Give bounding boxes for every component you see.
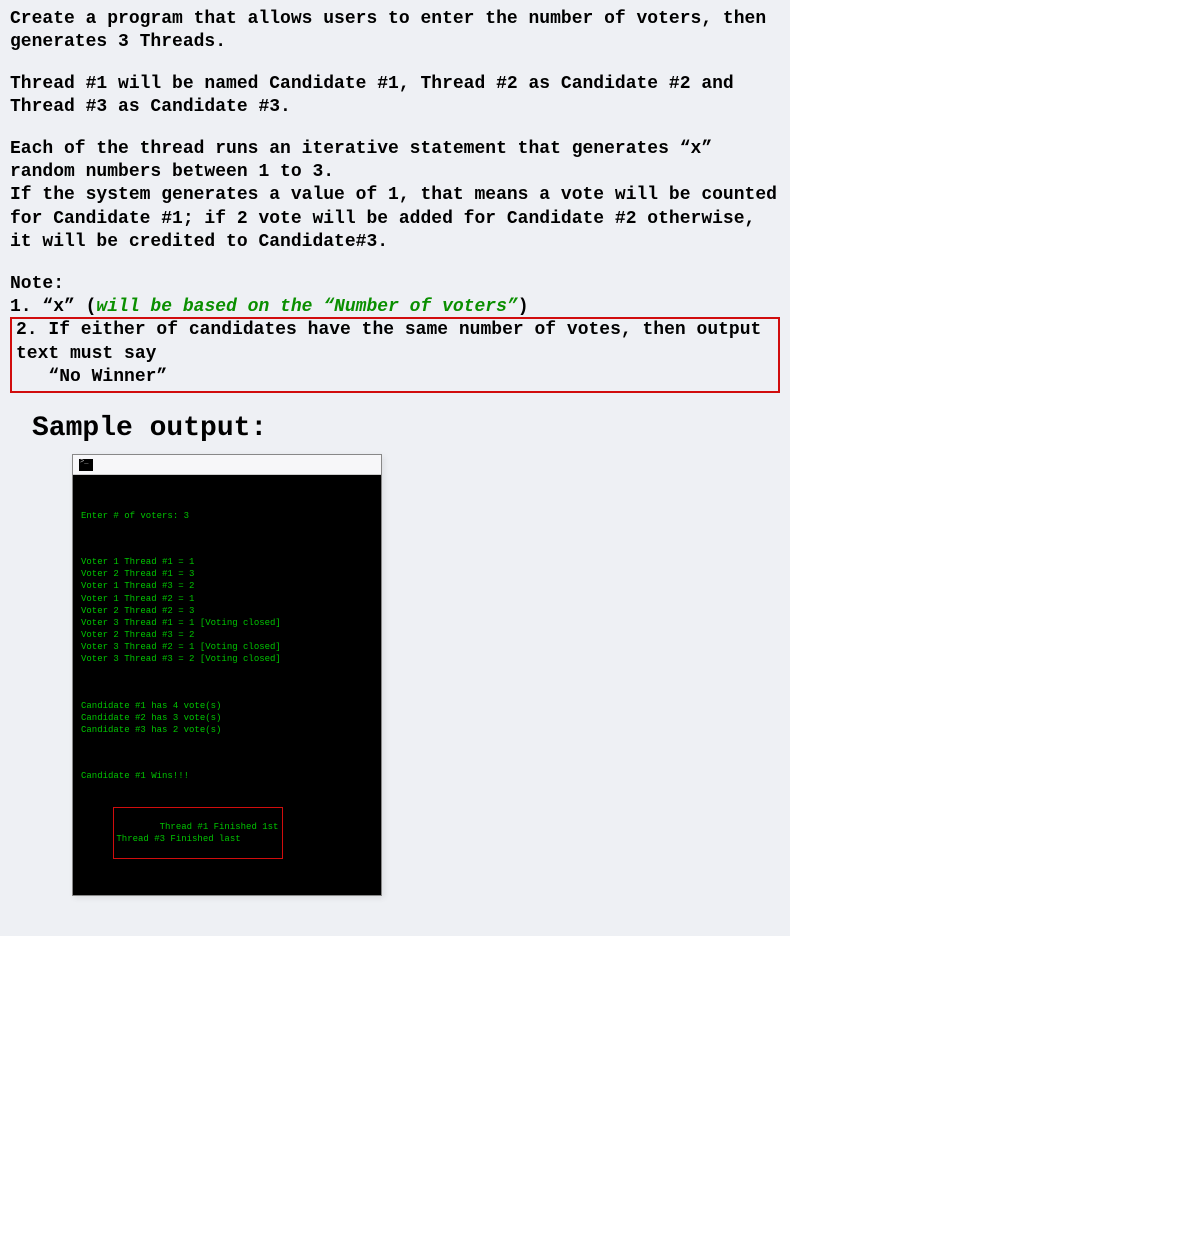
note-item-2-container: 2. If either of candidates have the same… [10, 317, 780, 393]
terminal-icon [79, 459, 93, 471]
paragraph-1: Create a program that allows users to en… [10, 8, 780, 55]
note-heading: Note: [10, 273, 780, 296]
document-container: Create a program that allows users to en… [0, 0, 790, 936]
console-titlebar [73, 455, 381, 475]
note-item-1: 1. “x” (will be based on the “Number of … [10, 296, 780, 319]
note-item-1-suffix: ) [518, 297, 529, 317]
console-window: Enter # of voters: 3 Voter 1 Thread #1 =… [72, 454, 382, 896]
console-winner-line: Candidate #1 Wins!!! [81, 770, 373, 782]
console-body: Enter # of voters: 3 Voter 1 Thread #1 =… [73, 475, 381, 895]
note-item-2: 2. If either of candidates have the same… [16, 319, 774, 389]
console-finish-highlight: Thread #1 Finished 1st Thread #3 Finishe… [113, 807, 283, 860]
note-item-1-prefix: 1. “x” ( [10, 297, 96, 317]
note-item-1-italic: will be based on the “Number of voters” [96, 297, 517, 317]
console-finish-lines: Thread #1 Finished 1st Thread #3 Finishe… [116, 822, 278, 844]
note-block: Note: 1. “x” (will be based on the “Numb… [10, 273, 780, 394]
console-prompt-line: Enter # of voters: 3 [81, 510, 373, 522]
problem-statement: Create a program that allows users to en… [0, 0, 790, 393]
paragraph-3: Each of the thread runs an iterative sta… [10, 138, 780, 255]
note-highlight-box: 2. If either of candidates have the same… [10, 317, 780, 393]
paragraph-2: Thread #1 will be named Candidate #1, Th… [10, 73, 780, 120]
sample-output-heading: Sample output: [32, 413, 790, 444]
console-tally-lines: Candidate #1 has 4 vote(s) Candidate #2 … [81, 700, 373, 736]
console-vote-lines: Voter 1 Thread #1 = 1 Voter 2 Thread #1 … [81, 556, 373, 665]
